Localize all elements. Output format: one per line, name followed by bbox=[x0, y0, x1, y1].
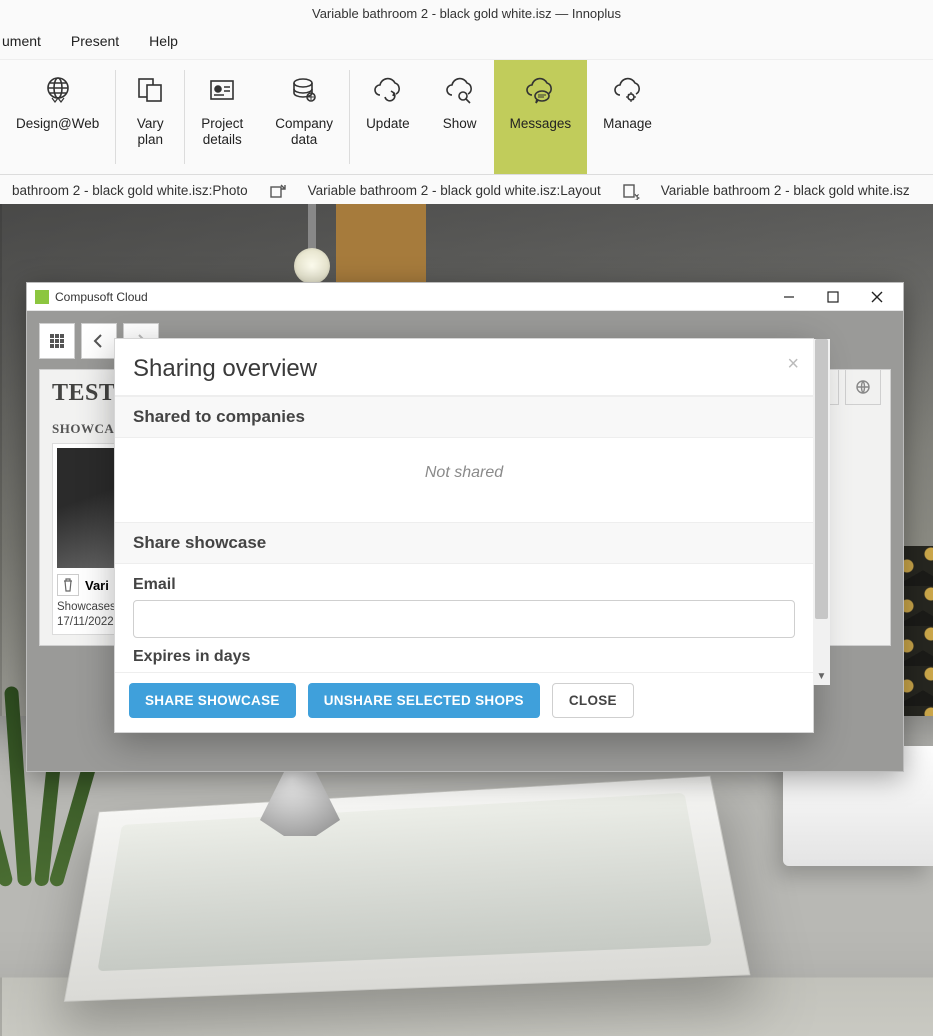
bathtub bbox=[64, 776, 751, 1002]
scrollbar-thumb[interactable] bbox=[815, 339, 828, 619]
delete-showcase-button[interactable] bbox=[57, 574, 79, 596]
ribbon-label: Vary plan bbox=[137, 116, 164, 148]
ribbon-messages[interactable]: Messages bbox=[494, 60, 588, 174]
ribbon-toolbar: Design@Web Vary plan Project details Com… bbox=[0, 60, 933, 175]
share-showcase-heading: Share showcase bbox=[115, 522, 813, 564]
export-icon[interactable] bbox=[268, 181, 288, 201]
ribbon-project-details[interactable]: Project details bbox=[185, 60, 259, 174]
shared-to-companies-heading: Shared to companies bbox=[115, 396, 813, 438]
doc-tab-main[interactable]: Variable bathroom 2 - black gold white.i… bbox=[649, 177, 922, 204]
messages-cloud-icon bbox=[522, 72, 558, 108]
pendant-lamp bbox=[280, 204, 340, 294]
project-details-icon bbox=[204, 72, 240, 108]
cloud-window-titlebar: Compusoft Cloud bbox=[27, 283, 903, 311]
not-shared-text: Not shared bbox=[115, 438, 813, 522]
ribbon-label: Design@Web bbox=[16, 116, 99, 132]
email-field[interactable] bbox=[133, 600, 795, 638]
back-button[interactable] bbox=[81, 323, 117, 359]
ribbon-design-web[interactable]: Design@Web bbox=[0, 60, 115, 174]
doc-tab-photo[interactable]: bathroom 2 - black gold white.isz:Photo bbox=[0, 177, 260, 204]
ribbon-company-data[interactable]: Company data bbox=[259, 60, 349, 174]
ribbon-label: Show bbox=[443, 116, 477, 132]
dialog-close-icon[interactable]: × bbox=[787, 353, 799, 376]
ribbon-label: Manage bbox=[603, 116, 652, 132]
ribbon-label: Company data bbox=[275, 116, 333, 148]
close-dialog-button[interactable]: CLOSE bbox=[552, 683, 634, 718]
document-tabs: bathroom 2 - black gold white.isz:Photo … bbox=[0, 175, 933, 207]
company-data-icon bbox=[286, 72, 322, 108]
showcase-name: Vari bbox=[85, 578, 109, 593]
cloud-window-title: Compusoft Cloud bbox=[55, 290, 148, 304]
update-cloud-icon bbox=[370, 72, 406, 108]
close-button[interactable] bbox=[855, 283, 899, 311]
menu-item-help[interactable]: Help bbox=[149, 33, 178, 49]
ribbon-label: Messages bbox=[510, 116, 572, 132]
door-frame bbox=[336, 204, 426, 284]
compusoft-logo-icon bbox=[35, 290, 49, 304]
show-cloud-icon bbox=[442, 72, 478, 108]
email-label: Email bbox=[133, 576, 795, 594]
minimize-button[interactable] bbox=[767, 283, 811, 311]
unshare-selected-button[interactable]: UNSHARE SELECTED SHOPS bbox=[308, 683, 540, 718]
expires-label: Expires in days bbox=[133, 648, 795, 666]
menu-bar: ument Present Help bbox=[0, 27, 933, 60]
ribbon-vary-plan[interactable]: Vary plan bbox=[116, 60, 184, 174]
grid-view-button[interactable] bbox=[39, 323, 75, 359]
menu-item-document[interactable]: ument bbox=[2, 33, 41, 49]
dialog-scrollbar[interactable]: ▲ ▼ bbox=[813, 339, 830, 685]
globe-button[interactable] bbox=[845, 369, 881, 405]
ribbon-manage[interactable]: Manage bbox=[587, 60, 668, 174]
manage-cloud-icon bbox=[610, 72, 646, 108]
vary-plan-icon bbox=[132, 72, 168, 108]
share-showcase-button[interactable]: SHARE SHOWCASE bbox=[129, 683, 296, 718]
globe-icon bbox=[40, 72, 76, 108]
maximize-button[interactable] bbox=[811, 283, 855, 311]
app-window-title: Variable bathroom 2 - black gold white.i… bbox=[0, 0, 933, 27]
doc-tab-layout[interactable]: Variable bathroom 2 - black gold white.i… bbox=[296, 177, 613, 204]
sharing-overview-dialog: ▲ ▼ Sharing overview × Shared to compani… bbox=[114, 338, 814, 733]
export-star-icon[interactable] bbox=[621, 181, 641, 201]
dialog-title: Sharing overview bbox=[115, 339, 813, 396]
ribbon-label: Project details bbox=[201, 116, 243, 148]
dialog-footer: SHARE SHOWCASE UNSHARE SELECTED SHOPS CL… bbox=[115, 672, 813, 732]
menu-item-present[interactable]: Present bbox=[71, 33, 119, 49]
ribbon-show[interactable]: Show bbox=[426, 60, 494, 174]
ribbon-label: Update bbox=[366, 116, 410, 132]
down-arrow[interactable]: ▼ bbox=[813, 668, 830, 685]
ribbon-update[interactable]: Update bbox=[350, 60, 426, 174]
